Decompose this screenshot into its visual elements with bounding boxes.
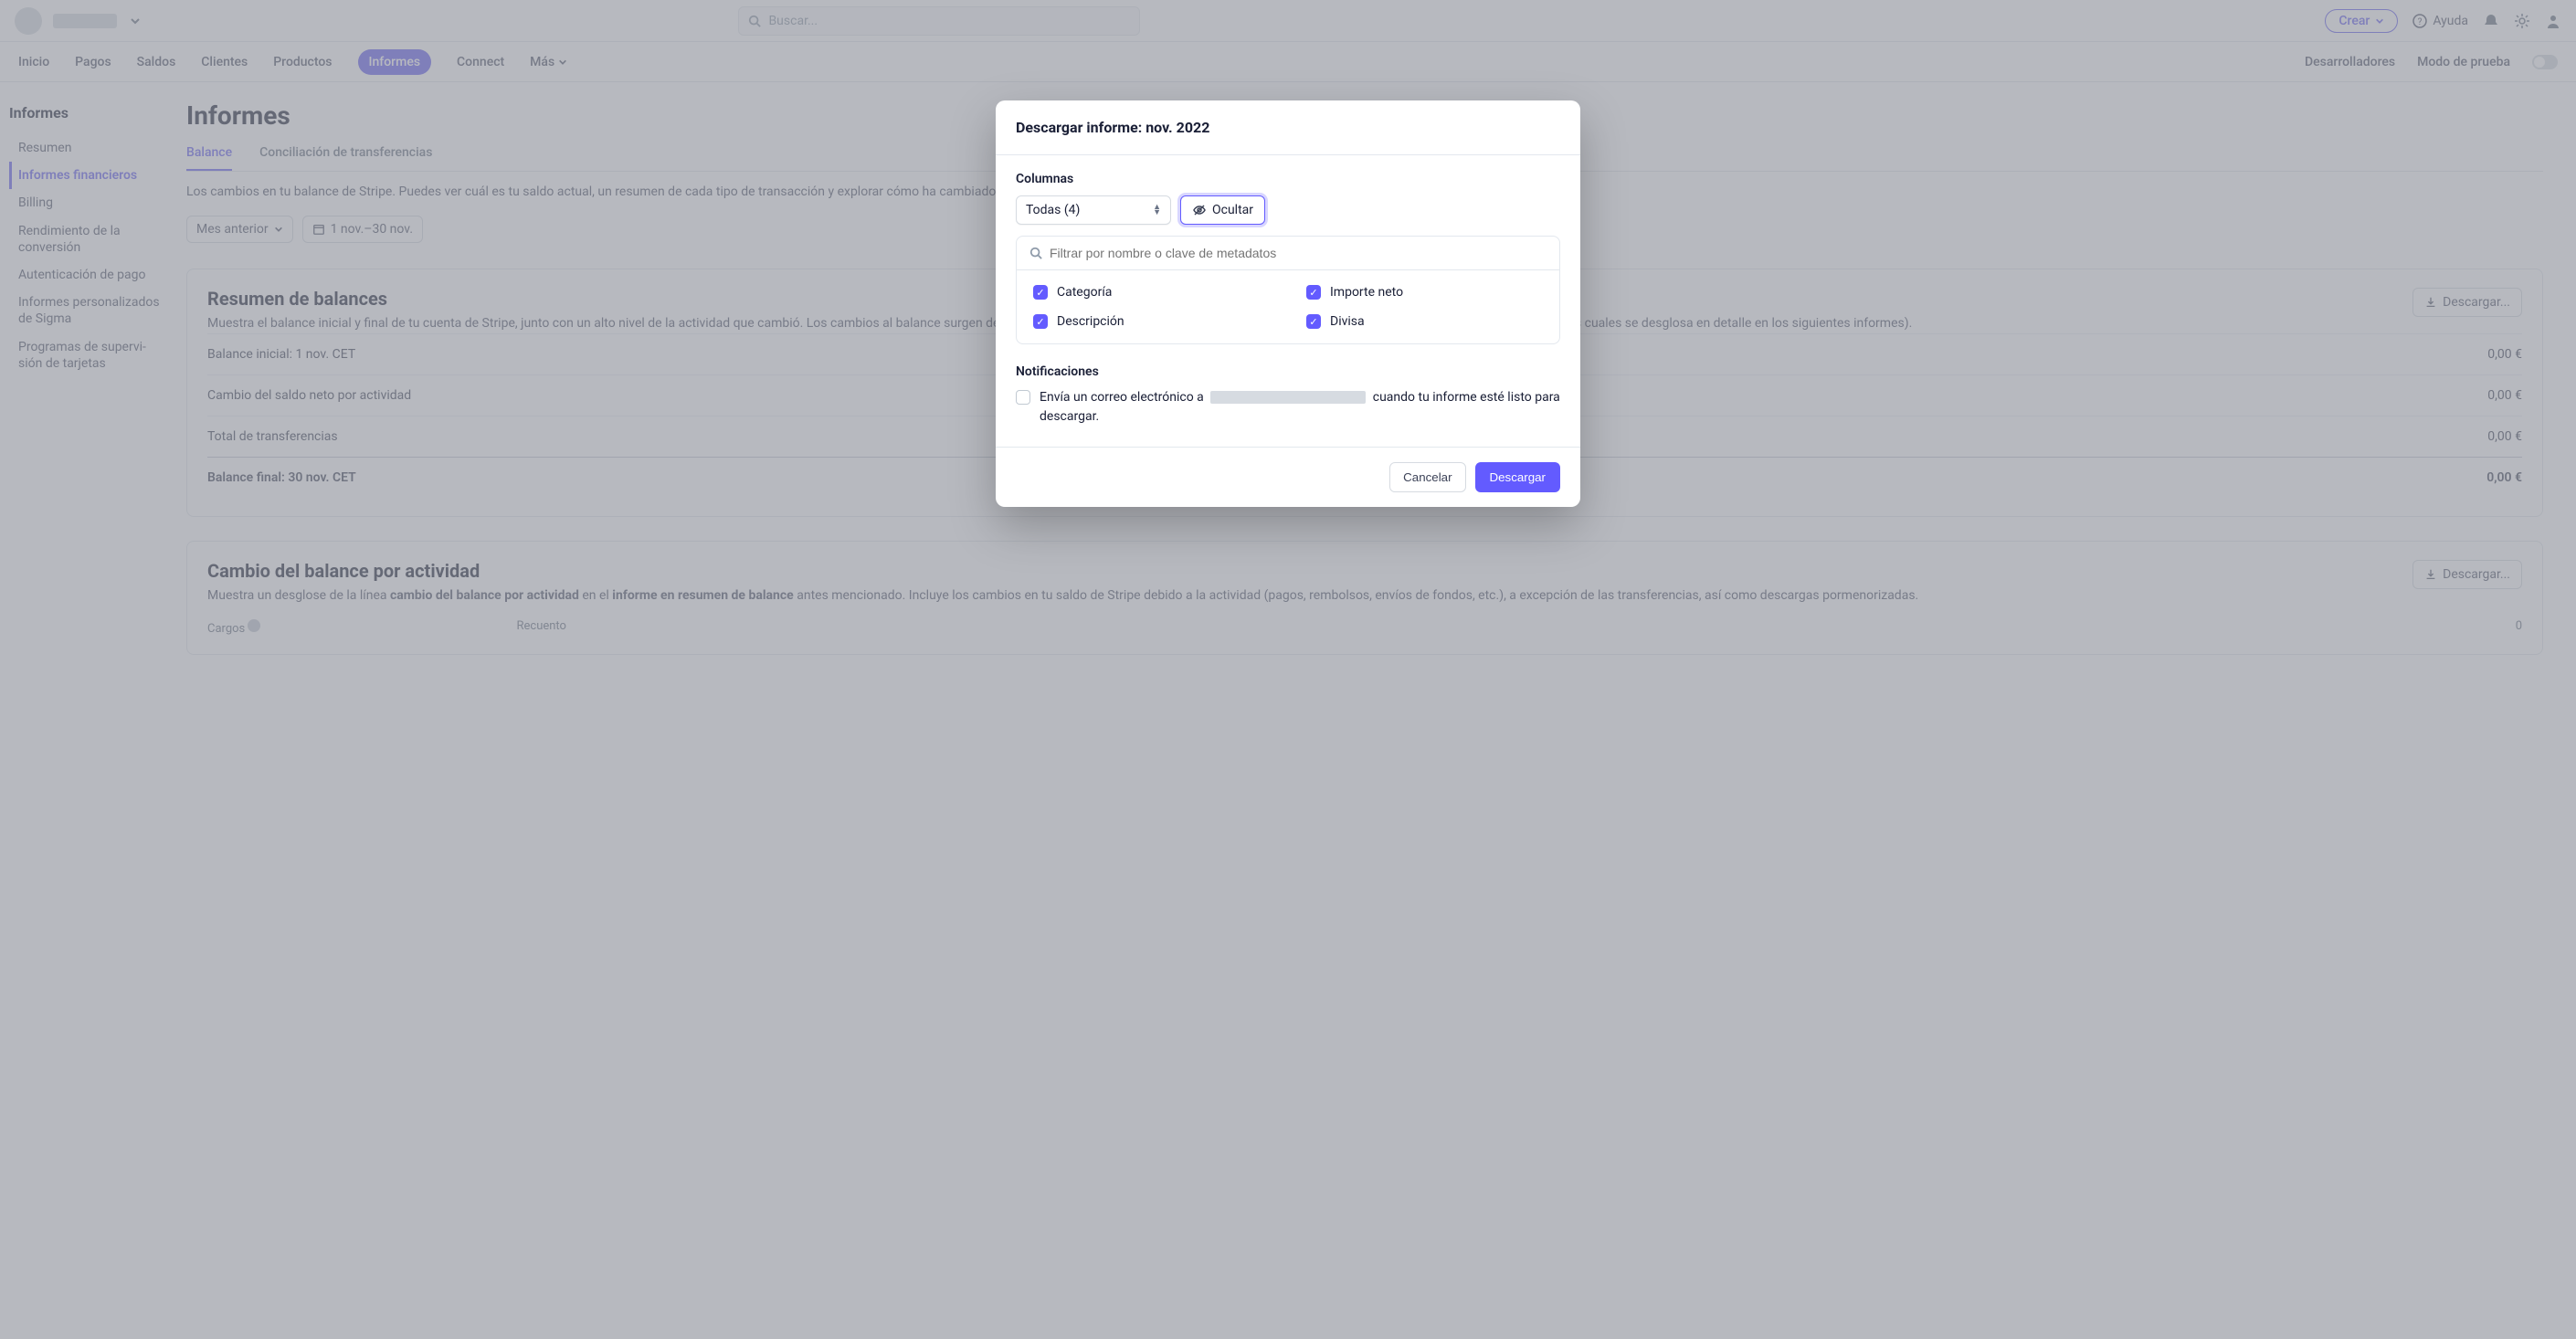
checkbox-unchecked-icon[interactable] <box>1016 390 1030 405</box>
updown-icon: ▲▼ <box>1153 205 1161 216</box>
eye-off-icon <box>1192 203 1207 217</box>
check-importe-neto[interactable]: ✓ Importe neto <box>1306 285 1543 300</box>
columns-label: Columnas <box>1016 172 1560 186</box>
cancel-button[interactable]: Cancelar <box>1389 462 1465 492</box>
columns-filter-box: ✓ Categoría ✓ Importe neto ✓ Descripción <box>1016 236 1560 344</box>
hide-button[interactable]: Ocultar <box>1180 195 1265 225</box>
check-label: Importe neto <box>1330 285 1403 300</box>
check-label: Divisa <box>1330 314 1365 329</box>
email-placeholder <box>1210 391 1366 404</box>
checkbox-checked-icon: ✓ <box>1033 285 1048 300</box>
modal-title: Descargar informe: nov. 2022 <box>996 100 1580 155</box>
check-label: Categoría <box>1057 285 1112 300</box>
check-label: Descripción <box>1057 314 1124 329</box>
notification-text: Envía un correo electrónico a cuando tu … <box>1040 388 1560 427</box>
download-button[interactable]: Descargar <box>1475 462 1560 492</box>
columns-select[interactable]: Todas (4) ▲▼ <box>1016 195 1171 225</box>
check-descripcion[interactable]: ✓ Descripción <box>1033 314 1270 329</box>
checkbox-checked-icon: ✓ <box>1033 314 1048 329</box>
checkbox-checked-icon: ✓ <box>1306 285 1321 300</box>
filter-text-field[interactable] <box>1050 246 1547 260</box>
modal-backdrop[interactable]: Descargar informe: nov. 2022 Columnas To… <box>0 0 2576 1339</box>
hide-label: Ocultar <box>1212 203 1253 217</box>
search-icon <box>1029 247 1042 259</box>
checkbox-checked-icon: ✓ <box>1306 314 1321 329</box>
download-report-modal: Descargar informe: nov. 2022 Columnas To… <box>996 100 1580 507</box>
notifications-label: Notificaciones <box>1016 364 1560 379</box>
check-divisa[interactable]: ✓ Divisa <box>1306 314 1543 329</box>
notification-option[interactable]: Envía un correo electrónico a cuando tu … <box>1016 388 1560 427</box>
columns-filter-input[interactable] <box>1017 237 1559 270</box>
columns-select-value: Todas (4) <box>1026 203 1080 217</box>
check-categoria[interactable]: ✓ Categoría <box>1033 285 1270 300</box>
